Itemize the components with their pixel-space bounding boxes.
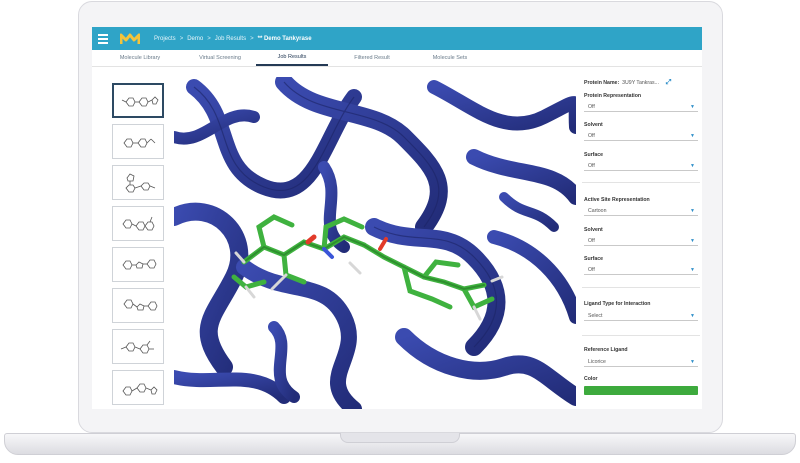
color-picker-bar[interactable] xyxy=(584,386,698,395)
protein-name-row: Protein Name: 3U9Y Tankras... ⤢ xyxy=(584,79,672,87)
active-site-representation-label: Active Site Representation xyxy=(584,197,650,203)
surface-select[interactable]: Off ▼ xyxy=(584,161,698,171)
reference-ligand-label: Reference Ligand xyxy=(584,347,628,353)
expand-icon[interactable]: ⤢ xyxy=(666,79,672,87)
surface-label: Surface xyxy=(584,152,604,158)
active-site-surface-select[interactable]: Off ▼ xyxy=(584,265,698,275)
molecule-structure-icon xyxy=(123,299,158,311)
protein-representation-select[interactable]: Off ▼ xyxy=(584,102,698,112)
divider xyxy=(582,287,700,288)
protein-name-label: Protein Name: xyxy=(584,80,620,86)
molecule-thumbnail[interactable] xyxy=(112,329,164,364)
molecule-thumbnail[interactable] xyxy=(112,206,164,241)
tab-bar: Molecule Library Virtual Screening Job R… xyxy=(92,50,702,67)
tab-molecule-library[interactable]: Molecule Library xyxy=(110,50,170,66)
laptop-notch xyxy=(340,433,460,443)
molecule-structure-icon xyxy=(122,259,157,270)
solvent-label: Solvent xyxy=(584,122,603,128)
menu-icon[interactable] xyxy=(92,27,114,50)
molecule-structure-icon xyxy=(121,96,159,107)
molecule-3d-viewer[interactable] xyxy=(174,77,576,409)
molecule-structure-icon xyxy=(123,138,156,148)
tab-filtered-result[interactable]: Filtered Result xyxy=(342,50,402,66)
breadcrumb-demo[interactable]: Demo xyxy=(187,36,203,42)
molecule-thumbnail-list xyxy=(112,77,166,409)
active-site-solvent-select[interactable]: Off ▼ xyxy=(584,236,698,246)
settings-panel: Protein Name: 3U9Y Tankras... ⤢ Protein … xyxy=(582,77,700,409)
molecule-structure-icon xyxy=(122,216,155,231)
tab-job-results[interactable]: Job Results xyxy=(256,50,328,66)
ligand-type-label: Ligand Type for Interaction xyxy=(584,301,651,307)
breadcrumb-projects[interactable]: Projects xyxy=(154,36,176,42)
molecule-thumbnail[interactable] xyxy=(112,83,164,118)
molecule-thumbnail[interactable] xyxy=(112,288,164,323)
active-site-solvent-label: Solvent xyxy=(584,227,603,233)
breadcrumb-current: ** Demo Tankyrase xyxy=(257,35,312,42)
breadcrumb-job-results[interactable]: Job Results xyxy=(215,36,246,42)
chevron-down-icon: ▼ xyxy=(690,312,695,319)
protein-ribbon-render xyxy=(174,77,576,409)
chevron-down-icon: ▼ xyxy=(690,132,695,139)
molecule-thumbnail[interactable] xyxy=(112,370,164,405)
chevron-down-icon: ▼ xyxy=(690,358,695,365)
protein-representation-label: Protein Representation xyxy=(584,93,642,99)
chevron-down-icon: ▼ xyxy=(690,162,695,169)
chevron-down-icon: ▼ xyxy=(690,237,695,244)
molecule-structure-icon xyxy=(122,383,158,396)
breadcrumb: Projects > Demo > Job Results > ** Demo … xyxy=(154,35,312,42)
protein-name-value: 3U9Y Tankras... xyxy=(622,80,659,86)
tab-virtual-screening[interactable]: Virtual Screening xyxy=(188,50,252,66)
app-screen: Projects > Demo > Job Results > ** Demo … xyxy=(92,27,702,409)
top-bar: Projects > Demo > Job Results > ** Demo … xyxy=(92,27,702,50)
molecule-structure-icon xyxy=(120,340,154,354)
active-site-surface-label: Surface xyxy=(584,256,604,262)
app-logo xyxy=(120,33,140,44)
divider xyxy=(582,335,700,336)
chevron-down-icon: ▼ xyxy=(690,207,695,214)
active-site-representation-select[interactable]: Cartoon ▼ xyxy=(584,206,698,216)
solvent-select[interactable]: Off ▼ xyxy=(584,131,698,141)
ligand-type-select[interactable]: Select ▼ xyxy=(584,311,698,321)
tab-molecule-sets[interactable]: Molecule Sets xyxy=(422,50,478,66)
molecule-thumbnail[interactable] xyxy=(112,247,164,282)
color-label: Color xyxy=(584,376,598,382)
reference-ligand-select[interactable]: Licorice ▼ xyxy=(584,357,698,367)
molecule-thumbnail[interactable] xyxy=(112,165,164,200)
chevron-down-icon: ▼ xyxy=(690,103,695,110)
chevron-down-icon: ▼ xyxy=(690,266,695,273)
molecule-thumbnail[interactable] xyxy=(112,124,164,159)
divider xyxy=(582,182,700,183)
molecule-structure-icon xyxy=(125,173,156,193)
